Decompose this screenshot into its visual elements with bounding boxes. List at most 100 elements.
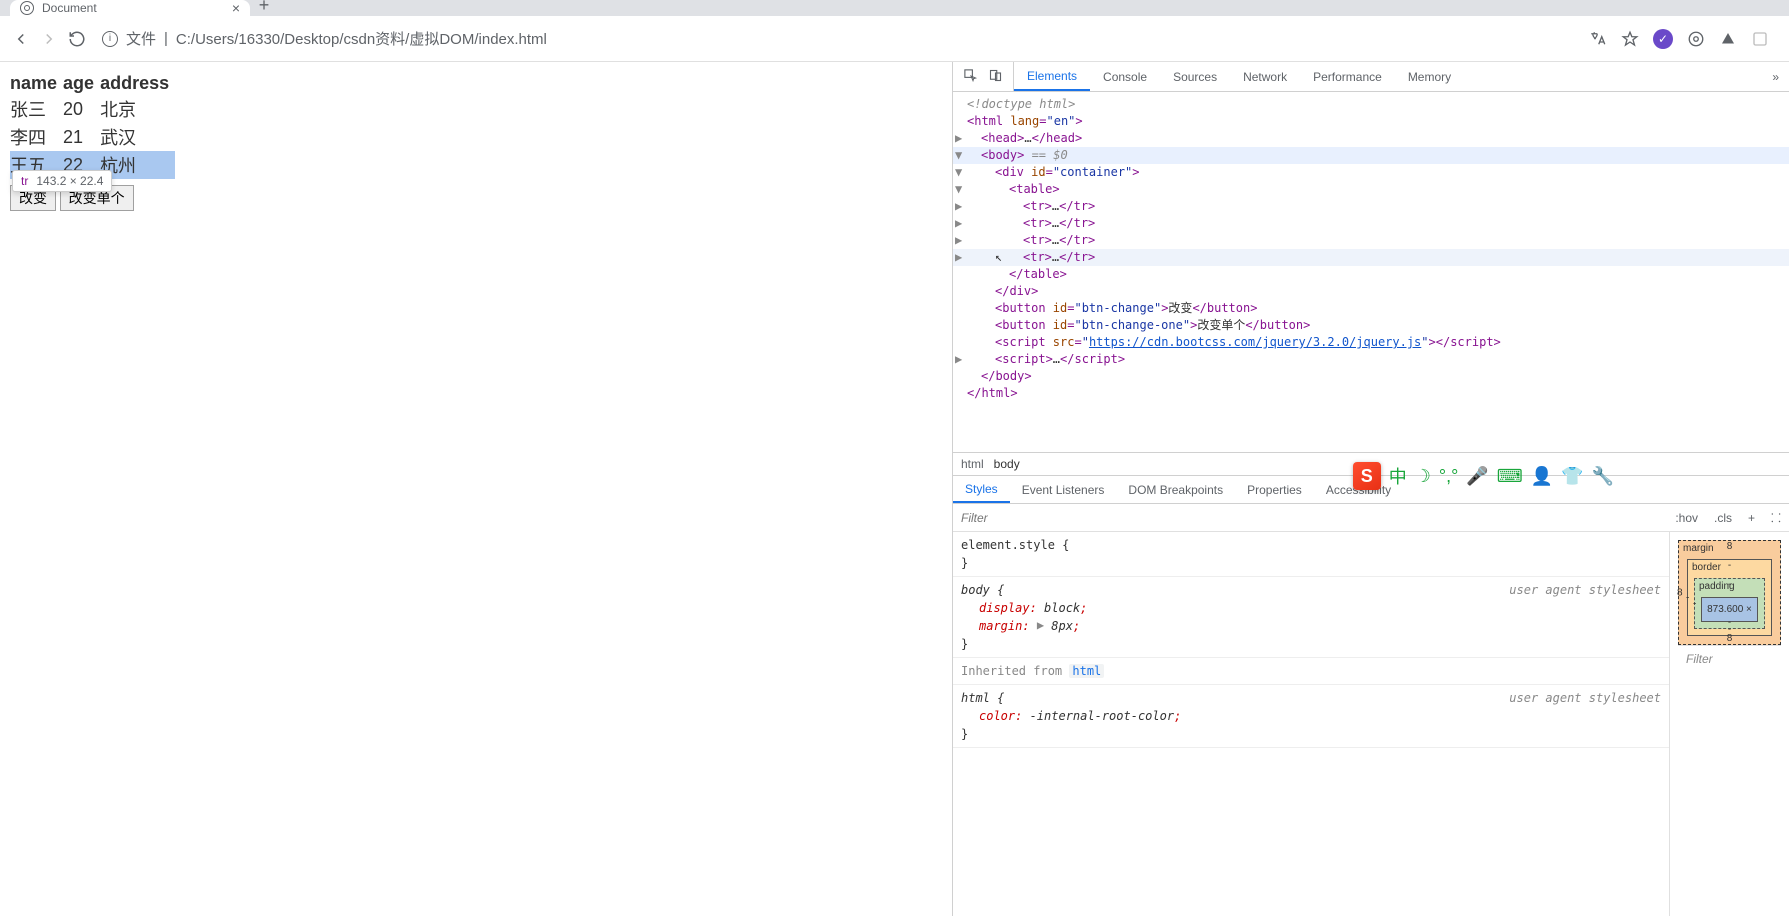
- rule-origin: user agent stylesheet: [1509, 689, 1661, 707]
- bm-border-label: border: [1692, 562, 1721, 573]
- inspect-tooltip: tr 143.2 × 22.4: [12, 170, 112, 192]
- dom-node[interactable]: <button id="btn-change-one">改变单个</button…: [953, 317, 1789, 334]
- browser-tab[interactable]: Document ×: [10, 0, 250, 16]
- bm-num: -: [1693, 598, 1696, 609]
- cell-name: 张三: [10, 95, 63, 123]
- ime-lang-icon[interactable]: 中: [1389, 463, 1407, 489]
- ime-shirt-icon[interactable]: 👕: [1561, 466, 1583, 487]
- tab-sources[interactable]: Sources: [1160, 62, 1230, 91]
- styles-toolbar: :hov .cls + ⸬: [953, 504, 1789, 532]
- table-header-row: name age address: [10, 72, 175, 95]
- extension4-icon[interactable]: [1751, 30, 1769, 48]
- ime-person-icon[interactable]: 👤: [1531, 466, 1553, 487]
- back-button[interactable]: [12, 30, 30, 48]
- tab-elements[interactable]: Elements: [1014, 62, 1090, 91]
- cell-name: 李四: [10, 123, 63, 151]
- rule-origin: user agent stylesheet: [1509, 581, 1661, 599]
- dom-node[interactable]: </table>: [953, 266, 1789, 283]
- devtools-more-icon[interactable]: »: [1762, 62, 1789, 91]
- url-separator: |: [164, 30, 168, 47]
- tab-memory[interactable]: Memory: [1395, 62, 1464, 91]
- tooltip-dims: 143.2 × 22.4: [36, 174, 103, 188]
- ime-moon-icon[interactable]: ☽: [1415, 466, 1431, 487]
- device-toggle-icon[interactable]: [988, 68, 1003, 86]
- tab-styles[interactable]: Styles: [953, 476, 1010, 503]
- bookmark-icon[interactable]: [1621, 30, 1639, 48]
- site-info-icon[interactable]: i: [102, 31, 118, 47]
- tab-event-listeners[interactable]: Event Listeners: [1010, 476, 1117, 503]
- close-icon[interactable]: ×: [232, 0, 240, 16]
- dom-node[interactable]: ▶<tr>…</tr>: [953, 198, 1789, 215]
- ime-mic-icon[interactable]: 🎤: [1466, 466, 1488, 487]
- browser-tab-strip: Document × +: [0, 0, 1789, 16]
- cell-age: 20: [63, 95, 100, 123]
- add-rule-icon[interactable]: +: [1740, 511, 1763, 525]
- extension3-icon[interactable]: [1719, 30, 1737, 48]
- url-text: C:/Users/16330/Desktop/csdn资料/虚拟DOM/inde…: [176, 28, 547, 49]
- col-address: address: [100, 72, 175, 95]
- dom-node[interactable]: ▼<table>: [953, 181, 1789, 198]
- cell-city: 北京: [100, 95, 175, 123]
- extension2-icon[interactable]: [1687, 30, 1705, 48]
- data-table: name age address 张三 20 北京 李四 21 武汉 王五 22…: [10, 72, 175, 179]
- bm-num: 8: [1727, 541, 1733, 552]
- ime-keyboard-icon[interactable]: ⌨: [1497, 466, 1523, 487]
- styles-rules[interactable]: element.style { } user agent stylesheet …: [953, 532, 1669, 916]
- extension-icon[interactable]: ✓: [1653, 29, 1673, 49]
- ime-tool-icon[interactable]: 🔧: [1592, 466, 1614, 487]
- dom-node[interactable]: <html lang="en">: [953, 113, 1789, 130]
- tab-title: Document: [42, 1, 97, 15]
- tab-properties[interactable]: Properties: [1235, 476, 1314, 503]
- style-rule[interactable]: user agent stylesheet body { display: bl…: [953, 577, 1669, 658]
- bm-num: -: [1686, 592, 1689, 603]
- styles-filter-input[interactable]: [953, 511, 1667, 525]
- dom-node[interactable]: </html>: [953, 385, 1789, 402]
- globe-icon: [20, 1, 34, 15]
- forward-button[interactable]: [40, 30, 58, 48]
- devtools-tabbar: Elements Console Sources Network Perform…: [953, 62, 1789, 92]
- toolbar-right-icons: ✓: [1589, 29, 1777, 49]
- bm-margin-label: margin: [1683, 543, 1714, 554]
- dom-node[interactable]: <button id="btn-change">改变</button>: [953, 300, 1789, 317]
- tab-console[interactable]: Console: [1090, 62, 1160, 91]
- styles-more-icon[interactable]: ⸬: [1763, 509, 1789, 526]
- hov-toggle[interactable]: :hov: [1667, 511, 1706, 525]
- dom-node[interactable]: ▶<head>…</head>: [953, 130, 1789, 147]
- ime-toolbar[interactable]: S 中 ☽ °,° 🎤 ⌨ 👤 👕 🔧: [1353, 462, 1614, 490]
- tab-network[interactable]: Network: [1230, 62, 1300, 91]
- reload-button[interactable]: [68, 30, 86, 48]
- dom-tree[interactable]: <!doctype html> <html lang="en"> ▶<head>…: [953, 92, 1789, 452]
- box-model[interactable]: margin 8 8 border - - padding - - 873.60…: [1669, 532, 1789, 916]
- inspect-element-icon[interactable]: [963, 68, 978, 86]
- breadcrumb-item[interactable]: html: [961, 457, 984, 471]
- address-bar[interactable]: i 文件 | C:/Users/16330/Desktop/csdn资料/虚拟D…: [96, 28, 1579, 49]
- style-rule-inherited: Inherited from html: [953, 658, 1669, 685]
- page-content: name age address 张三 20 北京 李四 21 武汉 王五 22…: [0, 62, 952, 916]
- dom-node[interactable]: <script src="https://cdn.bootcss.com/jqu…: [953, 334, 1789, 351]
- cls-toggle[interactable]: .cls: [1706, 511, 1740, 525]
- dom-node-selected[interactable]: …▼<body> == $0: [953, 147, 1789, 164]
- dom-node[interactable]: </body>: [953, 368, 1789, 385]
- style-rule[interactable]: user agent stylesheet html { color: -int…: [953, 685, 1669, 748]
- breadcrumb-item[interactable]: body: [994, 457, 1020, 471]
- cell-age: 21: [63, 123, 100, 151]
- computed-filter[interactable]: Filter: [1678, 645, 1781, 671]
- ime-sparkle-icon[interactable]: °,°: [1439, 466, 1458, 487]
- dom-node[interactable]: <!doctype html>: [953, 96, 1789, 113]
- col-age: age: [63, 72, 100, 95]
- new-tab-button[interactable]: +: [250, 0, 278, 16]
- tab-dom-breakpoints[interactable]: DOM Breakpoints: [1116, 476, 1235, 503]
- bm-num: 8: [1677, 587, 1683, 598]
- dom-node[interactable]: ▼<div id="container">: [953, 164, 1789, 181]
- table-row: 李四 21 武汉: [10, 123, 175, 151]
- tab-performance[interactable]: Performance: [1300, 62, 1395, 91]
- dom-node-hovered[interactable]: ↖▶<tr>…</tr>: [953, 249, 1789, 266]
- dom-node[interactable]: ▶<script>…</script>: [953, 351, 1789, 368]
- style-rule[interactable]: element.style { }: [953, 532, 1669, 577]
- dom-node[interactable]: </div>: [953, 283, 1789, 300]
- dom-node[interactable]: ▶<tr>…</tr>: [953, 215, 1789, 232]
- browser-toolbar: i 文件 | C:/Users/16330/Desktop/csdn资料/虚拟D…: [0, 16, 1789, 62]
- translate-icon[interactable]: [1589, 30, 1607, 48]
- ime-logo-icon[interactable]: S: [1353, 462, 1381, 490]
- dom-node[interactable]: ▶<tr>…</tr>: [953, 232, 1789, 249]
